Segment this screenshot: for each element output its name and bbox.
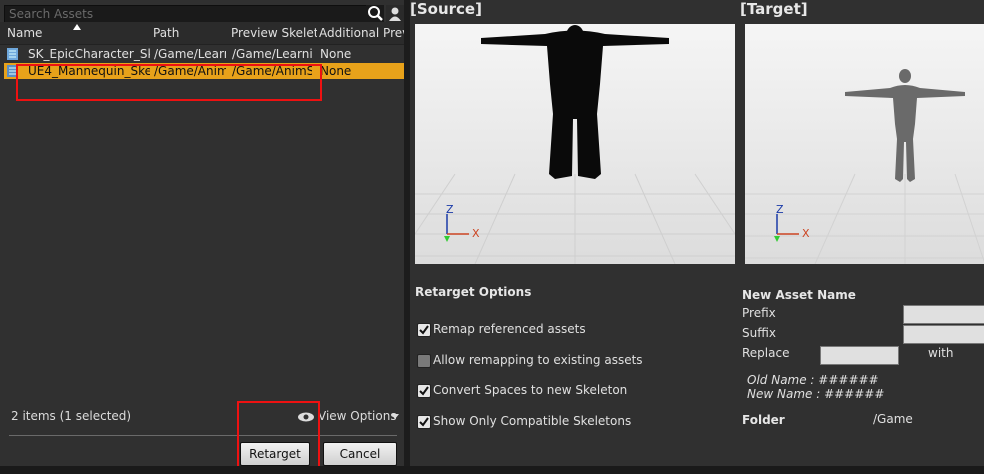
search-icon[interactable]: [366, 5, 384, 23]
folder-value[interactable]: /Game: [873, 412, 913, 426]
source-scene: [415, 25, 735, 264]
checkmark-icon: [419, 325, 429, 335]
skeleton-asset-icon: [7, 48, 18, 60]
axis-x-label: X: [802, 227, 810, 240]
view-options-button[interactable]: View Options: [318, 409, 397, 423]
checkmark-icon: [419, 417, 429, 427]
with-label: with: [928, 346, 954, 360]
column-name[interactable]: Name: [7, 26, 67, 40]
column-path[interactable]: Path: [153, 26, 223, 40]
target-viewport[interactable]: Z X: [745, 24, 984, 264]
allow-remapping-checkbox[interactable]: [417, 354, 431, 368]
cell-name: SK_EpicCharacter_Ske: [28, 47, 150, 61]
convert-spaces-checkbox[interactable]: [417, 384, 431, 398]
retarget-options-title: Retarget Options: [415, 285, 532, 299]
new-asset-name-title: New Asset Name: [742, 288, 856, 302]
new-name-preview: New Name : ######: [747, 387, 885, 401]
highlight-box: [237, 401, 320, 474]
source-character: [481, 25, 669, 179]
allow-remapping-label: Allow remapping to existing assets: [433, 353, 643, 367]
chevron-down-icon: [391, 414, 399, 419]
suffix-input[interactable]: [903, 325, 984, 344]
bottom-bar: [0, 466, 984, 474]
show-compatible-checkbox[interactable]: [417, 415, 431, 429]
panel-splitter[interactable]: [404, 0, 410, 474]
remap-referenced-label: Remap referenced assets: [433, 322, 586, 336]
column-additional-preview[interactable]: Additional Prev: [319, 26, 404, 40]
cell-additional-preview: None: [320, 47, 352, 61]
remap-referenced-checkbox[interactable]: [417, 323, 431, 337]
target-title: [Target]: [740, 0, 808, 18]
show-compatible-label: Show Only Compatible Skeletons: [433, 414, 632, 428]
search-input[interactable]: Search Assets: [4, 5, 368, 23]
column-preview-skeleton[interactable]: Preview Skeleta: [231, 26, 317, 40]
prefix-label: Prefix: [742, 306, 776, 320]
user-filter-icon[interactable]: [386, 5, 404, 23]
suffix-label: Suffix: [742, 326, 776, 340]
replace-label: Replace: [742, 346, 790, 360]
axis-z-label: Z: [446, 203, 454, 216]
highlight-box: [16, 64, 322, 101]
checkmark-icon: [419, 386, 429, 396]
cell-preview-skeleton: /Game/Learnir: [232, 47, 312, 61]
prefix-input[interactable]: [903, 305, 984, 324]
old-name-preview: Old Name : ######: [747, 373, 879, 387]
axis-gizmo: [774, 214, 799, 242]
axis-gizmo: [444, 214, 469, 242]
cell-path: /Game/Learni: [154, 47, 226, 61]
table-row[interactable]: SK_EpicCharacter_Ske /Game/Learni /Game/…: [4, 46, 404, 62]
replace-input[interactable]: [820, 346, 899, 365]
asset-picker-panel: Search Assets Name Path Preview Skeleta …: [0, 0, 404, 474]
divider: [9, 435, 397, 436]
convert-spaces-label: Convert Spaces to new Skeleton: [433, 383, 628, 397]
folder-label: Folder: [742, 413, 785, 427]
cancel-button[interactable]: Cancel: [323, 442, 397, 466]
target-character: [845, 69, 965, 182]
target-scene: [745, 69, 984, 264]
source-viewport[interactable]: Z X: [415, 24, 735, 264]
search-placeholder: Search Assets: [9, 7, 94, 21]
source-title: [Source]: [410, 0, 482, 18]
cell-additional-preview: None: [320, 64, 352, 78]
items-count: 2 items (1 selected): [11, 409, 132, 423]
sort-ascending-icon: [73, 24, 81, 30]
axis-x-label: X: [472, 227, 480, 240]
axis-z-label: Z: [776, 203, 784, 216]
